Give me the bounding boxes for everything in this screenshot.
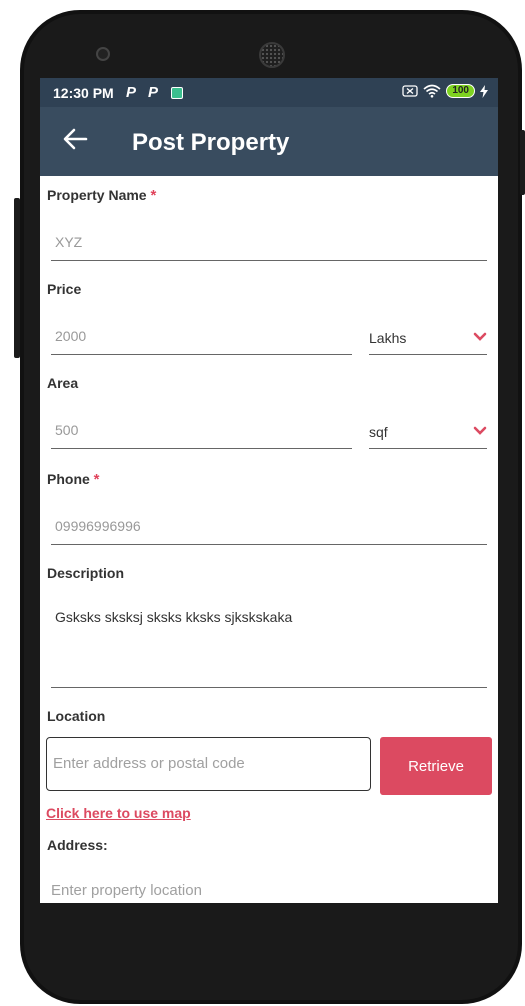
notification-p-icon: P: [126, 84, 137, 101]
description-textarea[interactable]: Gsksks sksksj sksks kksks sjkskskaka: [51, 609, 487, 688]
phone-label: Phone *: [47, 471, 100, 488]
earpiece-speaker: [259, 42, 285, 68]
address-input[interactable]: Enter property location: [51, 882, 202, 899]
price-unit-value: Lakhs: [369, 330, 407, 346]
area-label: Area: [47, 375, 79, 391]
phone-label-text: Phone: [47, 471, 90, 487]
chevron-down-icon: [473, 332, 487, 341]
area-unit-value: sqf: [369, 424, 388, 440]
price-label: Price: [47, 281, 82, 297]
location-label: Location: [47, 708, 106, 724]
no-sim-icon: [402, 85, 418, 97]
required-marker: *: [93, 471, 100, 488]
price-unit-select[interactable]: Lakhs: [369, 330, 487, 355]
app-bar: Post Property: [40, 107, 498, 176]
power-button: [520, 130, 525, 195]
wifi-icon: [423, 84, 441, 98]
phone-input[interactable]: 09996996996: [51, 518, 487, 545]
status-time: 12:30 PM: [53, 85, 114, 101]
property-name-label-text: Property Name: [47, 187, 147, 203]
notification-app-icon: [171, 87, 183, 99]
property-name-label: Property Name *: [47, 187, 156, 204]
volume-button: [14, 198, 20, 358]
location-search-input[interactable]: Enter address or postal code: [46, 737, 371, 791]
notification-p-icon: P: [148, 84, 159, 101]
battery-icon: 100: [446, 84, 475, 98]
area-input[interactable]: 500: [51, 422, 352, 449]
charging-icon: [480, 84, 488, 98]
description-label: Description: [47, 565, 125, 581]
property-name-input[interactable]: XYZ: [51, 234, 487, 261]
page-title: Post Property: [132, 129, 290, 156]
required-marker: *: [150, 187, 157, 204]
front-camera: [96, 47, 110, 61]
price-input[interactable]: 2000: [51, 328, 352, 355]
retrieve-button[interactable]: Retrieve: [380, 737, 492, 795]
address-label: Address:: [47, 837, 108, 853]
area-unit-select[interactable]: sqf: [369, 424, 487, 449]
back-arrow-icon[interactable]: [62, 126, 88, 152]
status-indicators: 100: [402, 84, 488, 98]
chevron-down-icon: [473, 426, 487, 435]
status-bar: 12:30 PM P P 100: [40, 78, 498, 107]
use-map-link[interactable]: Click here to use map: [46, 805, 191, 821]
app-screen: 12:30 PM P P 100 Post Property Property …: [40, 78, 498, 903]
